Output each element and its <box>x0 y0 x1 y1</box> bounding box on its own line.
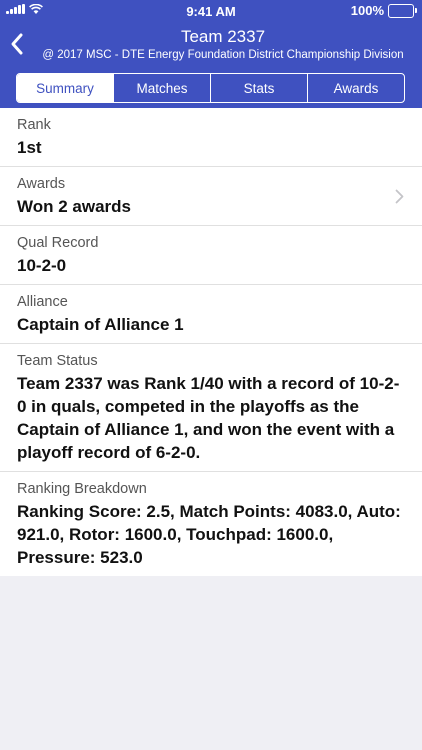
title-block: Team 2337 @ 2017 MSC - DTE Energy Founda… <box>30 26 416 62</box>
segmented-tabs: Summary Matches Stats Awards <box>16 73 405 103</box>
row-value: 1st <box>17 138 42 157</box>
row-value: Won 2 awards <box>17 197 131 216</box>
chevron-left-icon <box>11 33 23 55</box>
row-team-status: Team Status Team 2337 was Rank 1/40 with… <box>0 344 422 472</box>
back-button[interactable] <box>10 32 30 58</box>
tab-awards[interactable]: Awards <box>307 74 404 102</box>
row-label: Qual Record <box>17 235 99 251</box>
tab-stats[interactable]: Stats <box>210 74 307 102</box>
row-qual-record: Qual Record 10-2-0 <box>0 226 422 285</box>
nav-header: 9:41 AM 100% Team 2337 @ 2017 MSC - DTE … <box>0 0 422 108</box>
row-label: Team Status <box>17 353 98 369</box>
chevron-right-icon <box>395 189 404 204</box>
row-awards[interactable]: Awards Won 2 awards <box>0 167 422 226</box>
status-bar: 9:41 AM 100% <box>0 0 422 22</box>
battery-icon <box>388 3 417 18</box>
status-right: 100% <box>350 3 417 18</box>
row-value: Ranking Score: 2.5, Match Points: 4083.0… <box>17 502 401 567</box>
row-rank: Rank 1st <box>0 108 422 167</box>
battery-percent: 100% <box>350 3 384 18</box>
row-value: 10-2-0 <box>17 256 67 275</box>
row-value: Team 2337 was Rank 1/40 with a record of… <box>17 374 400 462</box>
row-value: Captain of Alliance 1 <box>17 315 184 334</box>
tab-matches[interactable]: Matches <box>113 74 210 102</box>
event-subtitle: @ 2017 MSC - DTE Energy Foundation Distr… <box>42 49 404 61</box>
row-label: Alliance <box>17 294 68 310</box>
row-alliance: Alliance Captain of Alliance 1 <box>0 285 422 344</box>
row-ranking-breakdown: Ranking Breakdown Ranking Score: 2.5, Ma… <box>0 472 422 576</box>
summary-list: Rank 1st Awards Won 2 awards Qual Record… <box>0 108 422 576</box>
row-label: Awards <box>17 176 66 192</box>
page-title: Team 2337 <box>180 27 266 46</box>
row-label: Ranking Breakdown <box>17 481 147 497</box>
row-label: Rank <box>17 117 51 133</box>
tab-summary[interactable]: Summary <box>17 74 113 102</box>
